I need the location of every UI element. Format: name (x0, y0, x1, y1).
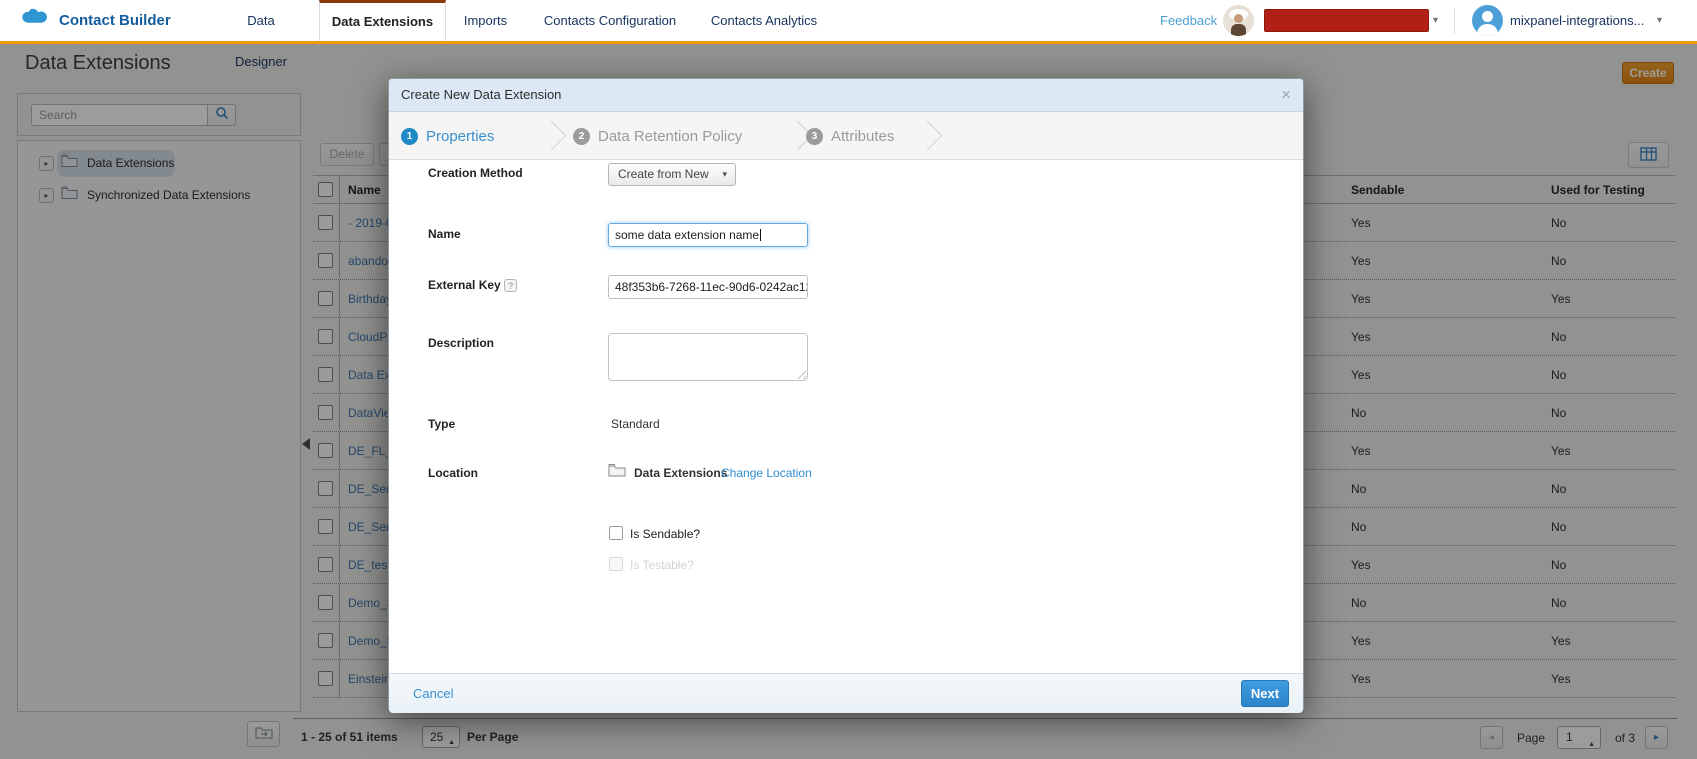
step-number: 3 (806, 128, 823, 145)
feedback-link[interactable]: Feedback (1160, 0, 1217, 41)
app-header: Contact Builder Data Designer Data Exten… (0, 0, 1697, 41)
user-avatar[interactable] (1472, 5, 1503, 36)
app-brand: Contact Builder (20, 0, 171, 41)
type-label: Type (428, 417, 455, 431)
is-sendable-checkbox[interactable] (609, 526, 623, 540)
account-name: mixpanel-integrations... (1510, 0, 1644, 41)
einstein-body (1231, 24, 1246, 36)
external-key-label: External Key (428, 278, 501, 292)
description-textarea[interactable] (608, 333, 808, 381)
step-number: 2 (573, 128, 590, 145)
next-button[interactable]: Next (1241, 680, 1289, 707)
step-label: Properties (426, 128, 494, 145)
header-divider (1454, 8, 1455, 34)
create-data-extension-modal: Create New Data Extension × 1 Properties… (388, 78, 1304, 712)
text-caret (760, 229, 761, 241)
creation-method-value: Create from New (618, 167, 709, 181)
tab-data-extensions[interactable]: Data Extensions (319, 0, 446, 44)
wizard-steps: 1 Properties 2 Data Retention Policy 3 A… (389, 112, 1303, 160)
location-label: Location (428, 466, 478, 480)
einstein-avatar[interactable] (1223, 5, 1254, 36)
cancel-link[interactable]: Cancel (413, 686, 453, 701)
step-number: 1 (401, 128, 418, 145)
tab-contacts-analytics[interactable]: Contacts Analytics (709, 0, 819, 41)
step-data-retention-policy[interactable]: 2 Data Retention Policy (573, 112, 742, 160)
is-testable-checkbox (609, 557, 623, 571)
screen: Contact Builder Data Designer Data Exten… (0, 0, 1697, 759)
step-attributes[interactable]: 3 Attributes (806, 112, 894, 160)
salesforce-cloud-icon (20, 7, 50, 34)
account-redacted-box[interactable] (1264, 9, 1429, 32)
modal-footer: Cancel Next (389, 673, 1303, 713)
close-icon[interactable]: × (1281, 86, 1291, 103)
folder-icon (608, 463, 626, 482)
name-label: Name (428, 227, 461, 241)
tab-imports[interactable]: Imports (459, 0, 512, 41)
step-chevron-icon (913, 121, 943, 151)
type-value: Standard (611, 417, 660, 431)
tab-data-designer[interactable]: Data Designer (220, 0, 302, 41)
description-label: Description (428, 336, 494, 350)
step-label: Attributes (831, 128, 894, 145)
location-value: Data Extensions (634, 466, 727, 480)
step-properties[interactable]: 1 Properties (401, 112, 494, 160)
app-title: Contact Builder (59, 12, 171, 29)
modal-header: Create New Data Extension × (389, 79, 1303, 112)
creation-method-label: Creation Method (428, 166, 523, 180)
step-chevron-icon (537, 121, 567, 151)
name-field-value: some data extension name (615, 228, 759, 242)
is-sendable-label: Is Sendable? (630, 527, 700, 541)
creation-method-dropdown[interactable]: Create from New ▾ (608, 163, 736, 186)
chevron-down-icon: ▾ (722, 164, 727, 185)
einstein-face (1234, 14, 1243, 23)
tab-contacts-configuration[interactable]: Contacts Configuration (539, 0, 681, 41)
name-field[interactable]: some data extension name (608, 223, 808, 247)
user-avatar-shoulders (1477, 24, 1498, 36)
chevron-down-icon[interactable]: ▾ (1433, 0, 1438, 41)
help-icon[interactable]: ? (504, 279, 517, 292)
external-key-field[interactable]: 48f353b6-7268-11ec-90d6-0242ac1200 (608, 275, 808, 299)
user-avatar-head (1482, 11, 1493, 22)
is-testable-label: Is Testable? (630, 558, 694, 572)
modal-title: Create New Data Extension (401, 79, 561, 111)
change-location-link[interactable]: Change Location (721, 466, 812, 480)
step-label: Data Retention Policy (598, 128, 742, 145)
account-chevron-down-icon[interactable]: ▾ (1657, 0, 1662, 41)
